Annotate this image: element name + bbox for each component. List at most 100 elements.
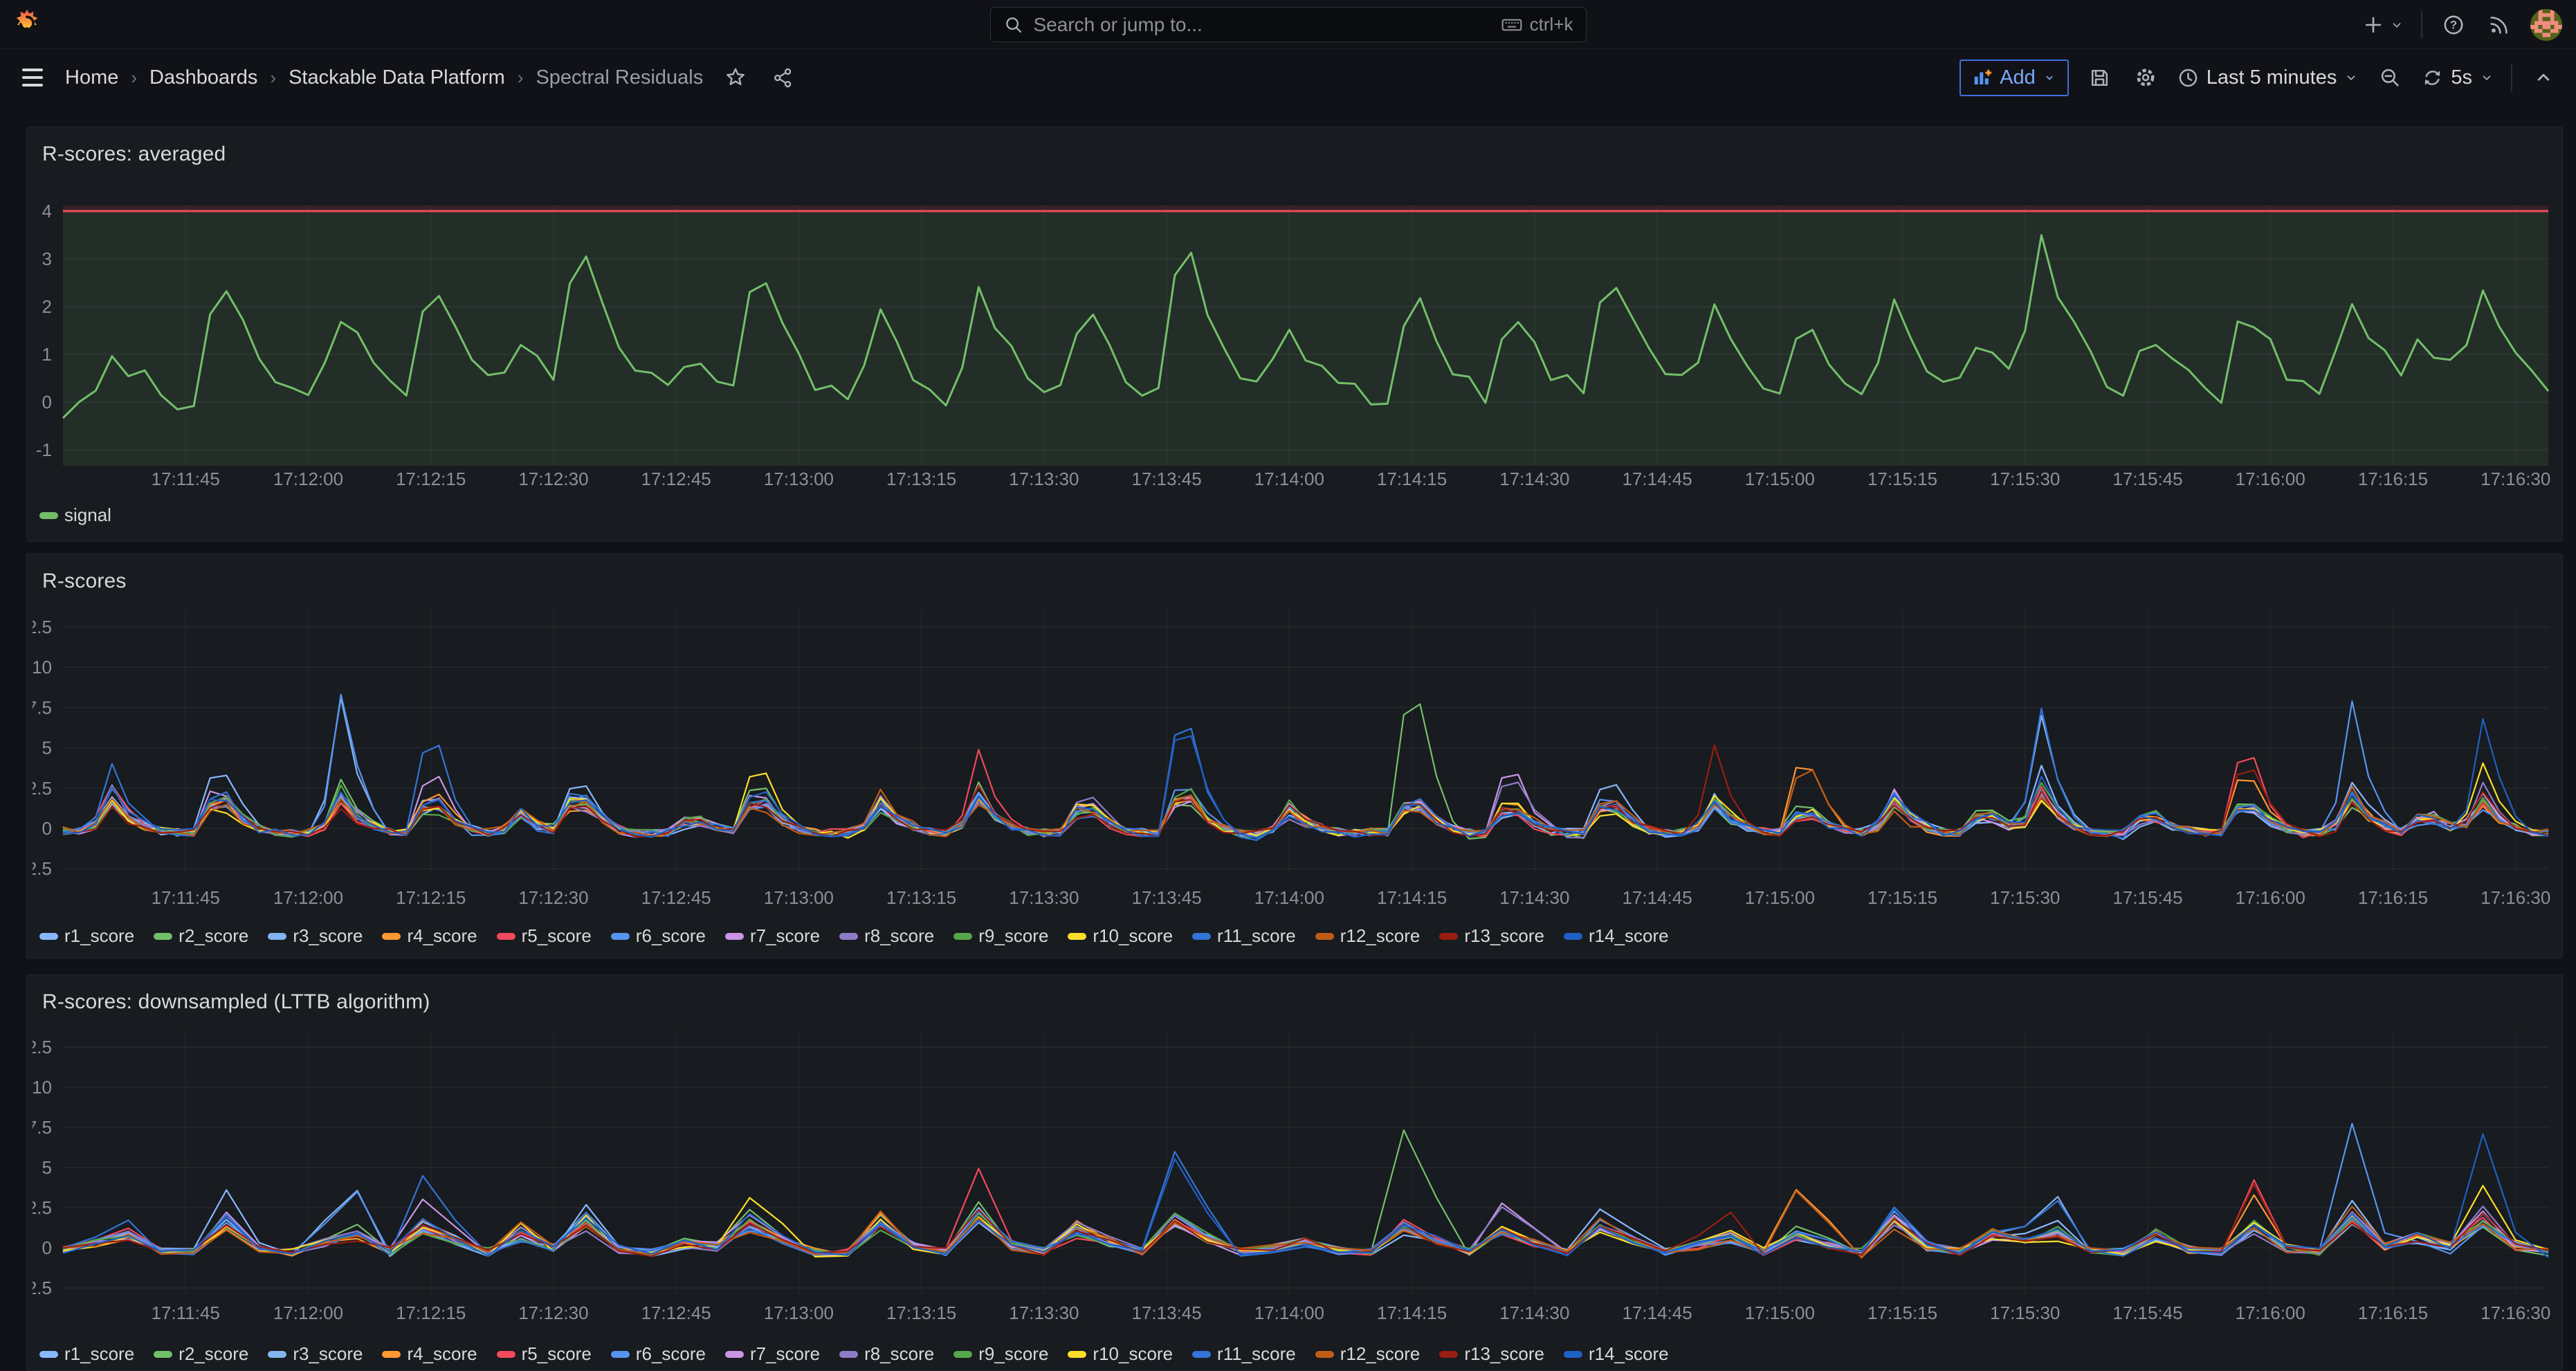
- legend-series-color: [154, 1351, 172, 1358]
- legend-item[interactable]: r9_score: [953, 925, 1048, 947]
- breadcrumb-separator: ›: [131, 67, 137, 89]
- legend-item[interactable]: r8_score: [839, 925, 934, 947]
- share-button[interactable]: [768, 63, 797, 92]
- legend-item[interactable]: r7_score: [725, 1343, 820, 1365]
- time-series-chart[interactable]: 12.5107.552.50-2.517:11:4517:12:0017:12:…: [33, 1017, 2558, 1338]
- svg-text:2: 2: [42, 296, 52, 317]
- legend-series-name: r1_score: [64, 1343, 134, 1365]
- time-range-picker[interactable]: Last 5 minutes: [2177, 66, 2359, 89]
- refresh-interval-label: 5s: [2451, 66, 2472, 89]
- legend-series-color: [1192, 933, 1211, 940]
- refresh-picker[interactable]: 5s: [2421, 66, 2494, 89]
- legend-item[interactable]: r1_score: [39, 1343, 134, 1365]
- svg-text:17:16:30: 17:16:30: [2481, 469, 2550, 489]
- legend-item[interactable]: r14_score: [1564, 925, 1669, 947]
- legend-item[interactable]: r3_score: [268, 925, 363, 947]
- chevron-down-icon: [2344, 70, 2359, 85]
- kiosk-mode-button[interactable]: [2529, 63, 2558, 92]
- breadcrumb: Home › Dashboards › Stackable Data Platf…: [65, 66, 703, 89]
- time-series-chart[interactable]: 43210-117:11:4517:12:0017:12:1517:12:301…: [33, 169, 2558, 501]
- grafana-logo[interactable]: [11, 8, 43, 40]
- panel-title[interactable]: R-scores: [42, 570, 127, 593]
- svg-text:17:11:45: 17:11:45: [152, 469, 220, 489]
- legend-item[interactable]: r5_score: [497, 1343, 592, 1365]
- legend-item[interactable]: r10_score: [1068, 925, 1173, 947]
- legend-series-color: [1564, 933, 1582, 940]
- legend-series-name: r3_score: [293, 1343, 363, 1365]
- svg-text:17:16:00: 17:16:00: [2236, 1302, 2305, 1323]
- menu-toggle-button[interactable]: [18, 64, 47, 91]
- svg-text:17:15:15: 17:15:15: [1867, 469, 1937, 489]
- svg-text:17:14:45: 17:14:45: [1622, 887, 1692, 908]
- breadcrumb-home[interactable]: Home: [65, 66, 118, 89]
- search-input[interactable]: Search or jump to... ctrl+k: [990, 7, 1587, 42]
- legend-series-name: signal: [64, 505, 111, 526]
- news-button[interactable]: [2485, 10, 2514, 39]
- svg-text:17:16:30: 17:16:30: [2481, 887, 2550, 908]
- legend-item[interactable]: r10_score: [1068, 1343, 1173, 1365]
- legend-item[interactable]: r12_score: [1315, 925, 1421, 947]
- legend-item[interactable]: signal: [39, 505, 111, 526]
- chart-legend: signal: [39, 505, 111, 526]
- legend-item[interactable]: r2_score: [154, 925, 248, 947]
- plus-icon: [2362, 13, 2385, 37]
- svg-text:17:13:00: 17:13:00: [764, 887, 834, 908]
- legend-item[interactable]: r14_score: [1564, 1343, 1669, 1365]
- breadcrumb-dashboards[interactable]: Dashboards: [149, 66, 257, 89]
- add-panel-button[interactable]: Add: [1960, 60, 2069, 96]
- breadcrumb-separator: ›: [270, 67, 276, 89]
- star-icon: [724, 66, 747, 89]
- panel-title[interactable]: R-scores: downsampled (LTTB algorithm): [42, 990, 430, 1014]
- legend-item[interactable]: r13_score: [1439, 1343, 1544, 1365]
- svg-text:?: ?: [2450, 18, 2457, 31]
- panel-title[interactable]: R-scores: averaged: [42, 143, 226, 166]
- zoom-out-time-button[interactable]: [2375, 63, 2404, 92]
- time-series-chart[interactable]: 12.5107.552.50-2.517:11:4517:12:0017:12:…: [33, 596, 2558, 918]
- chevron-down-icon: [2479, 70, 2494, 85]
- svg-text:17:13:30: 17:13:30: [1009, 469, 1079, 489]
- legend-item[interactable]: r2_score: [154, 1343, 248, 1365]
- legend-item[interactable]: r5_score: [497, 925, 592, 947]
- svg-text:17:12:45: 17:12:45: [641, 469, 711, 489]
- breadcrumb-folder[interactable]: Stackable Data Platform: [289, 66, 505, 89]
- legend-series-color: [953, 933, 972, 940]
- legend-item[interactable]: r9_score: [953, 1343, 1048, 1365]
- legend-series-color: [1192, 1351, 1211, 1358]
- legend-series-name: r10_score: [1093, 1343, 1173, 1365]
- legend-series-name: r9_score: [978, 1343, 1048, 1365]
- svg-text:4: 4: [42, 201, 52, 221]
- add-button-label: Add: [2000, 66, 2036, 89]
- legend-item[interactable]: r11_score: [1192, 925, 1296, 947]
- panel-rscores: R-scores 12.5107.552.50-2.517:11:4517:12…: [26, 554, 2563, 959]
- user-avatar[interactable]: [2530, 9, 2562, 41]
- legend-item[interactable]: r8_score: [839, 1343, 934, 1365]
- legend-series-color: [839, 1351, 858, 1358]
- favorite-star-button[interactable]: [721, 63, 750, 92]
- toolbar-divider: [2511, 64, 2512, 91]
- save-dashboard-button[interactable]: [2085, 63, 2114, 92]
- legend-item[interactable]: r6_score: [611, 1343, 706, 1365]
- svg-text:12.5: 12.5: [33, 617, 52, 637]
- legend-item[interactable]: r4_score: [382, 1343, 477, 1365]
- svg-text:17:15:30: 17:15:30: [1990, 469, 2060, 489]
- legend-item[interactable]: r12_score: [1315, 1343, 1421, 1365]
- legend-series-name: r14_score: [1589, 925, 1669, 947]
- legend-item[interactable]: r4_score: [382, 925, 477, 947]
- legend-item[interactable]: r6_score: [611, 925, 706, 947]
- legend-item[interactable]: r13_score: [1439, 925, 1544, 947]
- new-button[interactable]: [2362, 13, 2404, 37]
- legend-item[interactable]: r11_score: [1192, 1343, 1296, 1365]
- svg-text:17:14:30: 17:14:30: [1499, 1302, 1569, 1323]
- search-shortcut: ctrl+k: [1501, 14, 1573, 36]
- legend-item[interactable]: r1_score: [39, 925, 134, 947]
- svg-text:17:15:30: 17:15:30: [1990, 1302, 2060, 1323]
- legend-item[interactable]: r3_score: [268, 1343, 363, 1365]
- svg-text:17:13:15: 17:13:15: [886, 887, 956, 908]
- legend-series-name: r11_score: [1217, 925, 1296, 947]
- top-navigation-bar: Search or jump to... ctrl+k ?: [0, 0, 2576, 49]
- legend-item[interactable]: r7_score: [725, 925, 820, 947]
- help-button[interactable]: ?: [2439, 10, 2468, 39]
- dashboard-settings-button[interactable]: [2131, 63, 2160, 92]
- svg-text:17:12:30: 17:12:30: [518, 887, 588, 908]
- legend-series-color: [497, 1351, 515, 1358]
